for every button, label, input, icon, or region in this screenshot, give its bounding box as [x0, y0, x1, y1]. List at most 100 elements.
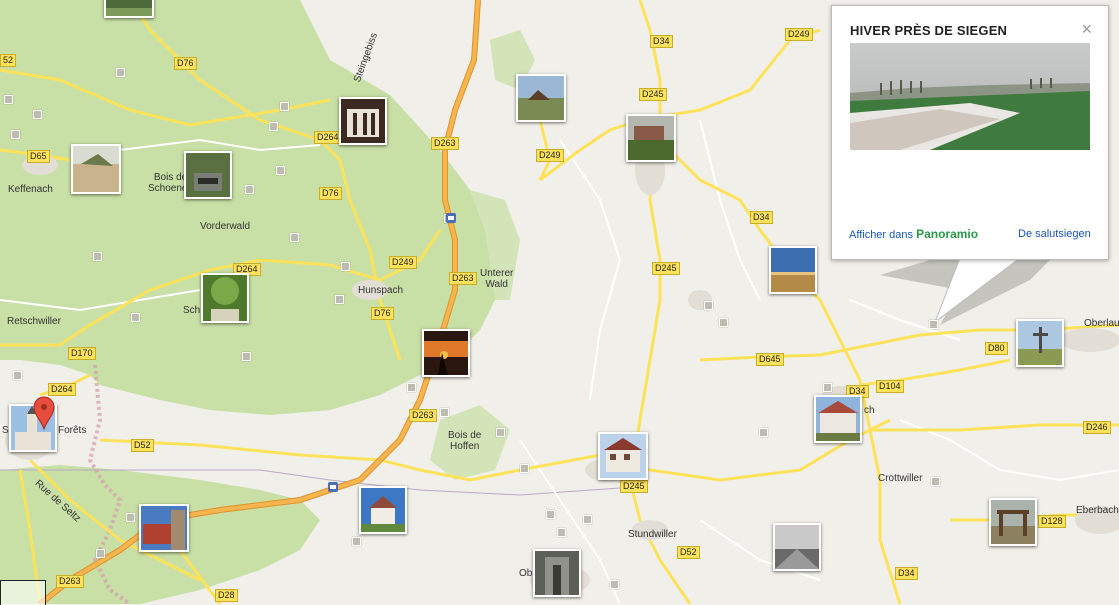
photo-thumbnail[interactable] [359, 486, 407, 534]
road-label: D34 [895, 567, 918, 580]
photo-image [203, 275, 247, 321]
photo-thumbnail[interactable] [626, 114, 676, 162]
view-on-panoramio-link[interactable]: Afficher dans Panoramio [849, 227, 978, 241]
photo-marker[interactable] [280, 102, 289, 111]
road-label: D263 [431, 137, 459, 150]
rest-area-icon [446, 213, 456, 223]
road-label: D76 [371, 307, 394, 320]
photo-thumbnail[interactable] [773, 523, 821, 571]
photo-marker[interactable] [245, 185, 254, 194]
road-label: D52 [131, 439, 154, 452]
photo-marker[interactable] [931, 477, 940, 486]
photo-image [106, 0, 152, 16]
photo-marker[interactable] [96, 549, 105, 558]
road-label: D28 [215, 589, 238, 602]
photo-thumbnail[interactable] [422, 329, 470, 377]
photo-marker[interactable] [557, 528, 566, 537]
location-marker-icon[interactable] [33, 396, 55, 430]
photo-thumbnail[interactable] [201, 273, 249, 323]
place-unterer-wald: Unterer Wald [480, 268, 514, 290]
photo-marker[interactable] [440, 408, 449, 417]
photo-marker[interactable] [583, 515, 592, 524]
photo-thumbnail[interactable] [533, 549, 581, 597]
photo-thumbnail[interactable] [71, 144, 121, 194]
rest-area-icon [328, 482, 338, 492]
photo-image [518, 76, 564, 120]
place-schoenenbourg: Sch [183, 305, 201, 316]
photo-marker[interactable] [11, 130, 20, 139]
photo-thumbnail[interactable] [769, 246, 817, 294]
photo-marker[interactable] [290, 233, 299, 242]
photo-thumbnail[interactable] [339, 97, 387, 145]
photo-image [991, 500, 1035, 544]
road-label: D65 [27, 150, 50, 163]
photo-marker[interactable] [719, 318, 728, 327]
road-label: D249 [785, 28, 813, 41]
photo-marker[interactable] [352, 537, 361, 546]
photo-thumbnail[interactable] [1016, 319, 1064, 367]
photo-thumbnail[interactable] [598, 432, 648, 480]
place-stundwiller: Stundwiller [628, 529, 677, 540]
place-keffenach: Keffenach [8, 184, 53, 195]
place-crottwiller: Crottwiller [878, 473, 923, 484]
photo-image [186, 153, 230, 197]
close-icon[interactable]: × [1081, 20, 1092, 38]
photo-marker[interactable] [704, 301, 713, 310]
photo-marker[interactable] [520, 464, 529, 473]
popup-title: HIVER PRÈS DE SIEGEN [850, 23, 1008, 38]
road-label: D245 [652, 262, 680, 275]
place-ob: Ob [519, 568, 533, 579]
place-oberlau: Oberlau [1084, 318, 1119, 329]
photo-thumbnail[interactable] [516, 74, 566, 122]
road-label: D263 [56, 575, 84, 588]
photo-marker[interactable] [116, 68, 125, 77]
road-label: D246 [1083, 421, 1111, 434]
road-label: D264 [314, 131, 342, 144]
road-label: D76 [174, 57, 197, 70]
photo-marker[interactable] [242, 352, 251, 361]
road-label: D264 [48, 383, 76, 396]
road-label: D80 [985, 342, 1008, 355]
road-label: D34 [650, 35, 673, 48]
photo-marker[interactable] [929, 320, 938, 329]
road-label: D645 [756, 353, 784, 366]
photo-marker[interactable] [33, 110, 42, 119]
photo-thumbnail[interactable] [814, 395, 862, 443]
photo-thumbnail[interactable] [104, 0, 154, 18]
photo-image [73, 146, 119, 192]
author-link[interactable]: De salutsiegen [1018, 228, 1091, 240]
photo-marker[interactable] [126, 513, 135, 522]
photo-image [628, 116, 674, 160]
photo-image [771, 248, 815, 292]
road-label: D76 [319, 187, 342, 200]
road-label: D170 [68, 347, 96, 360]
photo-thumbnail[interactable] [184, 151, 232, 199]
photo-marker[interactable] [759, 428, 768, 437]
road-label: D128 [1038, 515, 1066, 528]
photo-thumbnail[interactable] [139, 504, 189, 552]
photo-marker[interactable] [4, 95, 13, 104]
photo-marker[interactable] [407, 383, 416, 392]
photo-marker[interactable] [93, 252, 102, 261]
popup-photo[interactable] [850, 43, 1090, 150]
photo-marker[interactable] [546, 510, 555, 519]
photo-marker[interactable] [610, 580, 619, 589]
photo-marker[interactable] [496, 428, 505, 437]
photo-thumbnail[interactable] [989, 498, 1037, 546]
photo-marker[interactable] [276, 166, 285, 175]
road-label: D34 [750, 211, 773, 224]
photo-image [341, 99, 385, 143]
photo-marker[interactable] [335, 295, 344, 304]
photo-marker[interactable] [341, 262, 350, 271]
photo-marker[interactable] [13, 371, 22, 380]
place-retschwiller: Retschwiller [7, 316, 61, 327]
photo-marker[interactable] [823, 383, 832, 392]
road-label: D104 [876, 380, 904, 393]
place-bois-hoffen: Bois de Hoffen [448, 430, 482, 452]
road-label: D263 [409, 409, 437, 422]
road-label: D249 [536, 149, 564, 162]
photo-image [816, 397, 860, 441]
photo-marker[interactable] [269, 122, 278, 131]
photo-marker[interactable] [131, 313, 140, 322]
place-forets: Forêts [58, 425, 87, 436]
